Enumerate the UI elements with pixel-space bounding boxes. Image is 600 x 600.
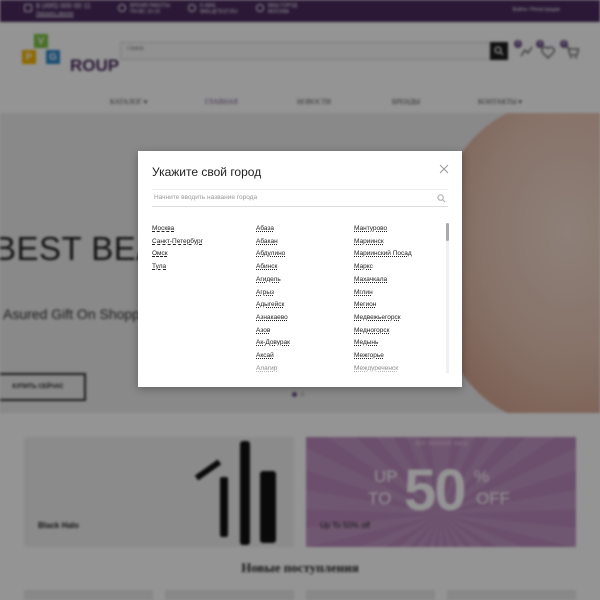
city-link[interactable]: Медынь [354,339,378,346]
main-cities-column: Москва Санкт-Петербург Омск Тула [152,223,203,274]
city-link[interactable]: Абакан [256,238,278,245]
city-link[interactable]: Аксай [256,352,274,359]
city-link[interactable]: Медвежьегорск [354,314,401,321]
city-link[interactable]: Адыгейск [256,301,284,308]
close-icon[interactable] [438,163,450,175]
city-link[interactable]: Абаза [256,225,274,232]
cities-column-m: Мантурово Мариинск Мариинский Посад Марк… [354,223,412,375]
city-link[interactable]: Азов [256,327,270,334]
city-link[interactable]: Абдулино [256,250,285,257]
city-link[interactable]: Ак-Довурак [256,339,290,346]
city-link[interactable]: Межгорье [354,352,384,359]
city-list-scrollbar[interactable] [446,223,449,373]
city-link[interactable]: Агидель [256,276,281,283]
city-select-modal: Укажите свой город Москва Санкт-Петербур… [138,151,462,387]
city-link[interactable]: Тула [152,263,166,270]
cities-column-a: Абаза Абакан Абдулино Абинск Агидель Агр… [256,223,290,375]
modal-title: Укажите свой город [152,165,262,179]
city-link[interactable]: Омск [152,250,168,257]
city-link[interactable]: Мариинский Посад [354,250,412,257]
city-search-input[interactable] [154,194,424,201]
scrollbar-thumb[interactable] [446,223,449,241]
city-link[interactable]: Агрыз [256,289,274,296]
city-link[interactable]: Алагир [256,365,277,372]
city-link[interactable]: Мантурово [354,225,387,232]
city-link[interactable]: Медногорск [354,327,390,334]
city-link[interactable]: Азнакаево [256,314,288,321]
city-link[interactable]: Санкт-Петербург [152,238,203,245]
search-icon [437,194,446,203]
city-link[interactable]: Абинск [256,263,277,270]
city-link[interactable]: Мариинск [354,238,384,245]
city-link[interactable]: Москва [152,225,174,232]
city-link[interactable]: Мглин [354,289,373,296]
city-link[interactable]: Междуреченск [354,365,398,372]
city-search[interactable] [152,189,448,207]
city-link[interactable]: Махачкала [354,276,387,283]
city-link[interactable]: Мегион [354,301,376,308]
city-link[interactable]: Маркс [354,263,373,270]
